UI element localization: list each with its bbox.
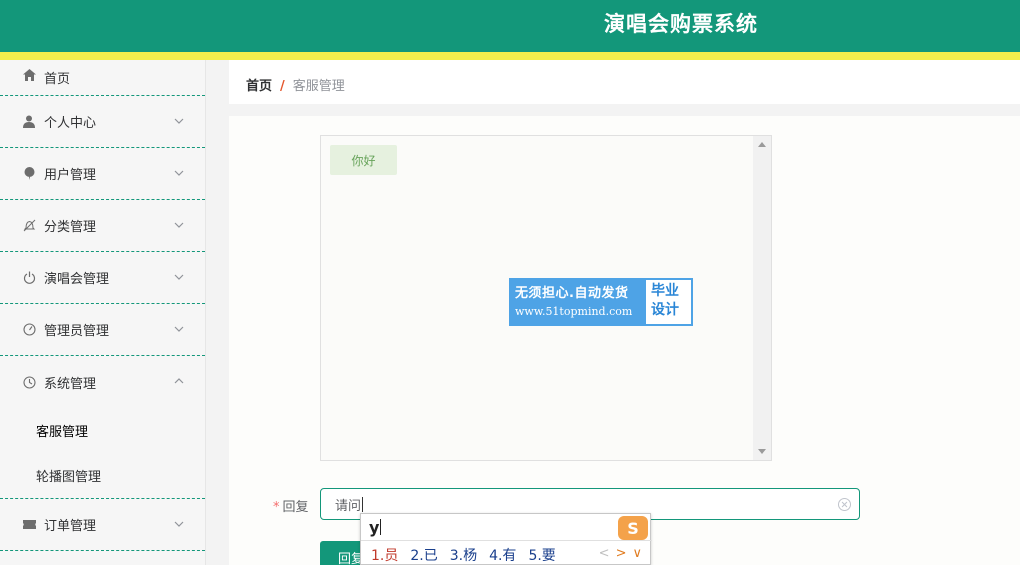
watermark-line2: www.51topmind.com (515, 305, 633, 318)
breadcrumb-current: 客服管理 (292, 79, 345, 94)
power-icon (22, 271, 36, 285)
ime-candidates: 1.员 2.已 3.杨 4.有 5.要 (371, 545, 556, 565)
sidebar-item-concerts[interactable]: 演唱会管理 (0, 252, 205, 304)
sidebar-item-label: 演唱会管理 (44, 272, 110, 287)
user-icon (22, 115, 36, 129)
ime-candidate[interactable]: 2.已 (410, 545, 437, 565)
reply-label-text: 回复 (282, 500, 309, 515)
ime-candidate[interactable]: 3.杨 (450, 545, 477, 565)
chat-message: 你好 (330, 145, 397, 175)
ime-pinyin-text: y (369, 518, 380, 537)
breadcrumb-bar: 首页 / 客服管理 (229, 60, 1020, 104)
chevron-down-icon (174, 222, 184, 228)
app-title: 演唱会购票系统 (604, 12, 758, 36)
clear-icon[interactable] (838, 498, 851, 511)
sidebar-item-orders[interactable]: 订单管理 (0, 499, 205, 551)
header-accent-bar (0, 52, 1020, 60)
main-content: 你好 无须担心.自动发货 www.51topmind.com 毕业 设计 * 回复… (229, 116, 1020, 565)
ime-nav: < > ∨ (599, 546, 642, 561)
sogou-logo-icon: S (618, 516, 648, 540)
ime-candidate-window: y S 1.员 2.已 3.杨 4.有 5.要 < > ∨ (360, 513, 652, 565)
breadcrumb: 首页 / 客服管理 (246, 75, 345, 94)
submenu-item-carousel[interactable]: 轮播图管理 (0, 453, 205, 498)
ime-candidate[interactable]: 1.员 (371, 545, 398, 565)
sidebar-item-label: 首页 (44, 72, 71, 87)
chat-scrollbar[interactable] (753, 136, 771, 460)
ime-expand-icon[interactable]: ∨ (632, 546, 642, 561)
chevron-down-icon (174, 274, 184, 280)
sidebar-item-label: 用户管理 (44, 168, 97, 183)
watermark-line1: 无须担心.自动发货 (515, 286, 629, 301)
sidebar-item-admins[interactable]: 管理员管理 (0, 304, 205, 356)
scroll-down-icon[interactable] (758, 449, 766, 454)
gauge-icon (22, 323, 36, 337)
system-submenu: 客服管理 轮播图管理 (0, 408, 205, 499)
watermark-right1: 毕业 (651, 283, 679, 299)
sidebar-item-label: 管理员管理 (44, 324, 110, 339)
ime-divider (361, 540, 652, 541)
ime-candidate[interactable]: 4.有 (489, 545, 516, 565)
ime-candidate[interactable]: 5.要 (528, 545, 555, 565)
reply-input-value: 请问 (335, 498, 362, 514)
sidebar-item-profile[interactable]: 个人中心 (0, 96, 205, 148)
ticket-icon (22, 518, 36, 532)
sidebar-item-label: 分类管理 (44, 220, 97, 235)
chat-history-box[interactable]: 你好 无须担心.自动发货 www.51topmind.com 毕业 设计 (320, 135, 772, 461)
sidebar-item-label: 个人中心 (44, 116, 97, 131)
sidebar-item-system[interactable]: 系统管理 (0, 356, 205, 408)
chevron-down-icon (174, 170, 184, 176)
sidebar: 首页 个人中心 用户管理 分类管理 演唱会管理 管理员管理 系统管理 客服管理 … (0, 60, 206, 565)
sidebar-item-home[interactable]: 首页 (0, 60, 205, 96)
watermark-right2: 设计 (651, 302, 679, 318)
bell-off-icon (22, 219, 36, 233)
ime-pinyin: y (369, 518, 382, 537)
chevron-up-icon (174, 378, 184, 384)
reply-label: * 回复 (273, 496, 309, 515)
sidebar-item-label: 订单管理 (44, 519, 97, 534)
breadcrumb-separator: / (280, 79, 285, 94)
ime-caret (380, 519, 382, 535)
watermark-logo: 无须担心.自动发货 www.51topmind.com 毕业 设计 (509, 278, 693, 326)
top-header: 演唱会购票系统 (0, 0, 1020, 52)
ime-next-icon[interactable]: > (616, 546, 627, 561)
sidebar-item-users[interactable]: 用户管理 (0, 148, 205, 200)
clock-icon (22, 375, 36, 389)
scroll-up-icon[interactable] (758, 142, 766, 147)
chevron-down-icon (174, 326, 184, 332)
required-mark: * (273, 500, 280, 515)
ime-prev-icon[interactable]: < (599, 546, 610, 561)
text-cursor (362, 496, 364, 512)
balloon-icon (22, 167, 36, 181)
home-icon (22, 68, 36, 82)
sidebar-item-label: 系统管理 (44, 376, 97, 392)
chevron-down-icon (174, 521, 184, 527)
submenu-item-customer-service[interactable]: 客服管理 (0, 408, 205, 453)
breadcrumb-home[interactable]: 首页 (246, 79, 272, 94)
chevron-down-icon (174, 118, 184, 124)
sidebar-item-categories[interactable]: 分类管理 (0, 200, 205, 252)
